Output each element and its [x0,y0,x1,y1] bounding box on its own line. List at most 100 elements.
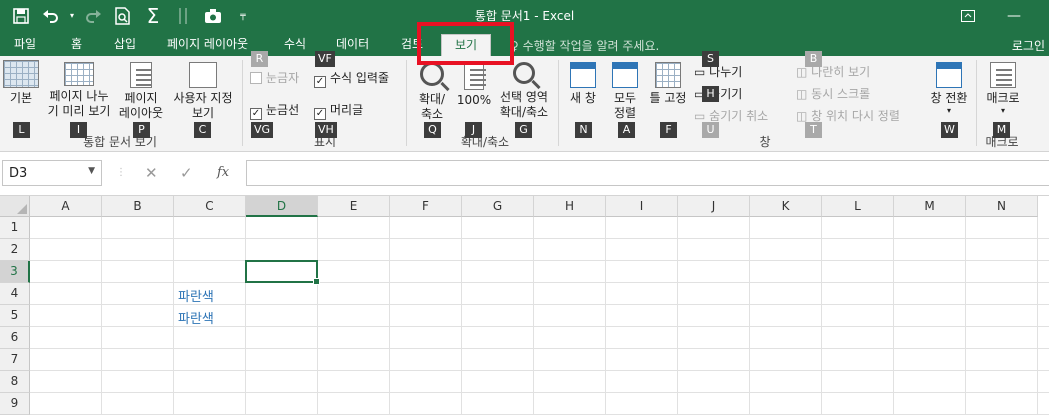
zoom-to-selection-button[interactable]: 선택 영역 확대/축소 [495,62,553,120]
gridline [389,217,390,415]
keytip: I [70,122,87,138]
gridline [533,217,534,415]
column-header-E[interactable]: E [318,196,390,217]
ribbon-view: 기본 페이지 나누 기 미리 보기 페이지 레이아웃 사용자 지정 보기 통합 … [0,51,1049,152]
column-header-A[interactable]: A [30,196,102,217]
group-separator [242,60,243,146]
macros-button[interactable]: 매크로 ▾ [980,62,1026,116]
unhide-icon: ▭ [694,109,710,123]
column-header-G[interactable]: G [462,196,534,217]
gridline [749,217,750,415]
row-header-9[interactable]: 9 [0,393,30,415]
tell-me-search[interactable]: ♀ 수행할 작업을 알려 주세요. [510,37,659,54]
synchronous-scrolling-button[interactable]: ◫ 동시 스크롤 [796,85,870,102]
custom-views-label-2: 보기 [191,106,215,120]
column-header-D[interactable]: D [246,196,318,217]
row-header-3[interactable]: 3 [0,261,30,283]
column-header-M[interactable]: M [894,196,966,217]
formula-bar: D3 ▼ ⋮ ✕ ✓ fx [0,152,1049,196]
title-bar: ▾ Σ ╤ 통합 문서1 - Excel — [0,0,1049,31]
page-break-label-1: 페이지 나누 [49,89,109,103]
page-break-preview-button[interactable]: 페이지 나누 기 미리 보기 [44,62,114,119]
page-break-label-2: 기 미리 보기 [47,104,111,118]
keytip: B [805,51,822,67]
column-header-H[interactable]: H [534,196,606,217]
gridline [30,260,1049,261]
gridline [101,217,102,415]
enter-icon[interactable]: ✓ [180,164,193,182]
row-header-1[interactable]: 1 [0,217,30,239]
window-title: 통합 문서1 - Excel [474,9,575,23]
minimize-icon[interactable]: — [991,0,1037,31]
gridline [30,348,1049,349]
page-layout-view-button[interactable]: 페이지 레이아웃 [116,62,166,121]
column-header-J[interactable]: J [678,196,750,217]
keytip: A [618,122,635,138]
group-label-workbook-views: 통합 문서 보기 [83,135,157,149]
zoom-label-2: 축소 [420,107,444,121]
tab-home[interactable]: 홈 [67,34,86,56]
column-header-I[interactable]: I [606,196,678,217]
keytip: N [575,122,592,138]
keytip: S [702,51,719,67]
ribbon-display-options-icon[interactable] [945,0,991,31]
select-all-button[interactable] [0,196,30,217]
keytip: J [465,122,482,138]
keytip: F [660,122,677,138]
sync-scroll-icon: ◫ [796,87,812,101]
gridline [317,217,318,415]
tab-insert[interactable]: 삽입 [110,34,140,56]
keytip: L [13,122,30,138]
group-label-window: 창 [759,135,771,149]
freeze-panes-button[interactable]: 틀 고정 [646,62,690,106]
switch-windows-button[interactable]: 창 전환 ▾ [926,62,972,116]
formula-input[interactable] [246,160,1049,186]
tab-formulas[interactable]: 수식 [280,34,310,56]
row-header-7[interactable]: 7 [0,349,30,371]
gridline [1037,217,1038,415]
custom-views-button[interactable]: 사용자 지정 보기 [168,62,238,121]
sign-in-link[interactable]: 로그인 [1012,37,1045,54]
custom-views-label-1: 사용자 지정 [173,91,233,105]
gridline [605,217,606,415]
gridline [677,217,678,415]
normal-view-label: 기본 [9,91,33,105]
row-header-5[interactable]: 5 [0,305,30,327]
split-icon: ▭ [694,65,710,79]
worksheet-grid[interactable]: ABCDEFGHIJKLMN 123456789 파란색 파란색 [0,196,1049,415]
cancel-icon[interactable]: ✕ [145,164,158,182]
arrange-all-button[interactable]: 모두 정렬 [606,62,644,121]
gridlines-checkbox[interactable]: ✓ 눈금선 [250,101,299,120]
arrange-all-icon [612,62,638,88]
insert-function-icon[interactable]: fx [217,165,229,180]
keytip: T [805,122,822,138]
tell-me-text: 수행할 작업을 알려 주세요. [522,39,660,53]
headings-checkbox[interactable]: ✓ 머리글 [314,101,363,120]
column-header-B[interactable]: B [102,196,174,217]
tab-file[interactable]: 파일 [10,34,40,56]
formula-bar-checkbox[interactable]: ✓ 수식 입력줄 [314,69,389,88]
new-window-button[interactable]: 새 창 [562,62,604,106]
keytip: Q [424,122,441,138]
column-header-K[interactable]: K [750,196,822,217]
cell-C4[interactable]: 파란색 [178,286,214,305]
row-header-2[interactable]: 2 [0,239,30,261]
zoom-100-button[interactable]: 100% [455,62,493,108]
ruler-label: 눈금자 [266,71,300,85]
ruler-checkbox[interactable]: 눈금자 [250,69,299,86]
column-header-F[interactable]: F [390,196,462,217]
column-header-L[interactable]: L [822,196,894,217]
zoom-button[interactable]: 확대/ 축소 [411,62,453,122]
tab-data[interactable]: 데이터 [332,34,373,56]
name-box[interactable]: D3 ▼ [2,160,102,186]
cell-C5[interactable]: 파란색 [178,308,214,327]
row-header-8[interactable]: 8 [0,371,30,393]
normal-view-button[interactable]: 기본 [0,60,42,106]
column-header-C[interactable]: C [174,196,246,217]
row-header-6[interactable]: 6 [0,327,30,349]
column-header-N[interactable]: N [966,196,1038,217]
tab-page-layout[interactable]: 페이지 레이아웃 [163,34,252,56]
chevron-down-icon[interactable]: ▼ [88,166,95,176]
zoom-magnifier-icon [420,62,444,86]
row-header-4[interactable]: 4 [0,283,30,305]
